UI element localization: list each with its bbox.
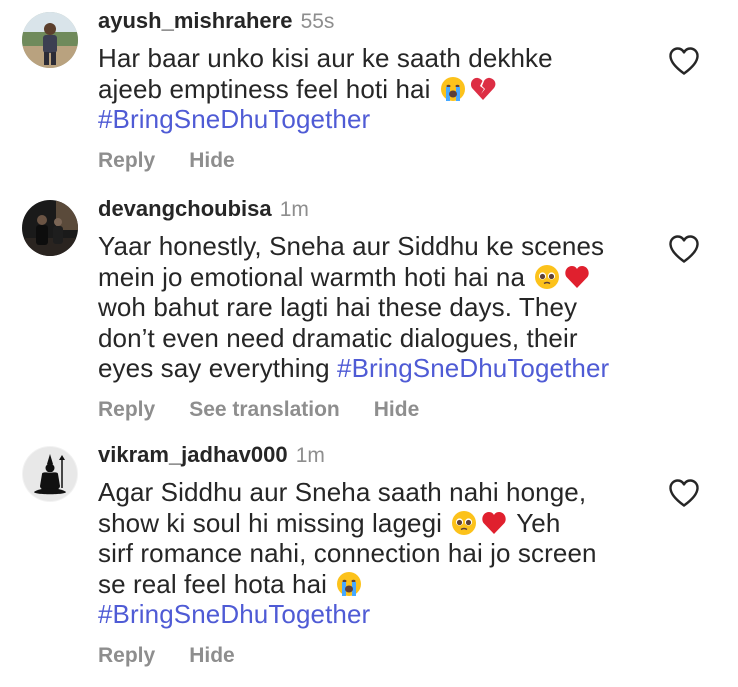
like-heart-icon[interactable]	[668, 234, 700, 264]
reply-button[interactable]: Reply	[98, 644, 155, 668]
username[interactable]: devangchoubisa	[98, 196, 272, 221]
loudly-crying-face-icon	[440, 76, 466, 102]
hide-button[interactable]: Hide	[189, 149, 235, 173]
reply-button[interactable]: Reply	[98, 149, 155, 173]
avatar[interactable]	[22, 446, 78, 502]
hashtag-link[interactable]: #BringSneDhuTogether	[337, 353, 609, 383]
see-translation-button[interactable]: See translation	[189, 398, 340, 422]
hashtag-link[interactable]: #BringSneDhuTogether	[98, 104, 370, 134]
hide-button[interactable]: Hide	[189, 644, 235, 668]
reply-button[interactable]: Reply	[98, 398, 155, 422]
comment-text: Yaar honestly, Sneha aur Siddhu ke scene…	[98, 231, 610, 383]
username[interactable]: vikram_jadhav000	[98, 442, 288, 467]
comment-text: Agar Siddhu aur Sneha saath nahi honge, …	[98, 477, 597, 629]
timestamp: 1m	[295, 444, 325, 467]
like-heart-icon[interactable]	[668, 478, 700, 508]
loudly-crying-face-icon	[336, 571, 362, 597]
red-heart-icon	[481, 510, 507, 536]
avatar[interactable]	[22, 200, 78, 256]
red-heart-icon	[564, 264, 590, 290]
pleading-face-icon	[451, 510, 477, 536]
like-heart-icon[interactable]	[668, 46, 700, 76]
hashtag-link[interactable]: #BringSneDhuTogether	[98, 599, 370, 629]
comment-text: Har baar unko kisi aur ke saath dekhke a…	[98, 43, 553, 134]
username[interactable]: ayush_mishrahere	[98, 8, 292, 33]
timestamp: 55s	[300, 10, 335, 33]
timestamp: 1m	[279, 198, 309, 221]
broken-heart-icon	[470, 76, 496, 102]
pleading-face-icon	[534, 264, 560, 290]
hide-button[interactable]: Hide	[374, 398, 420, 422]
avatar[interactable]	[22, 12, 78, 68]
